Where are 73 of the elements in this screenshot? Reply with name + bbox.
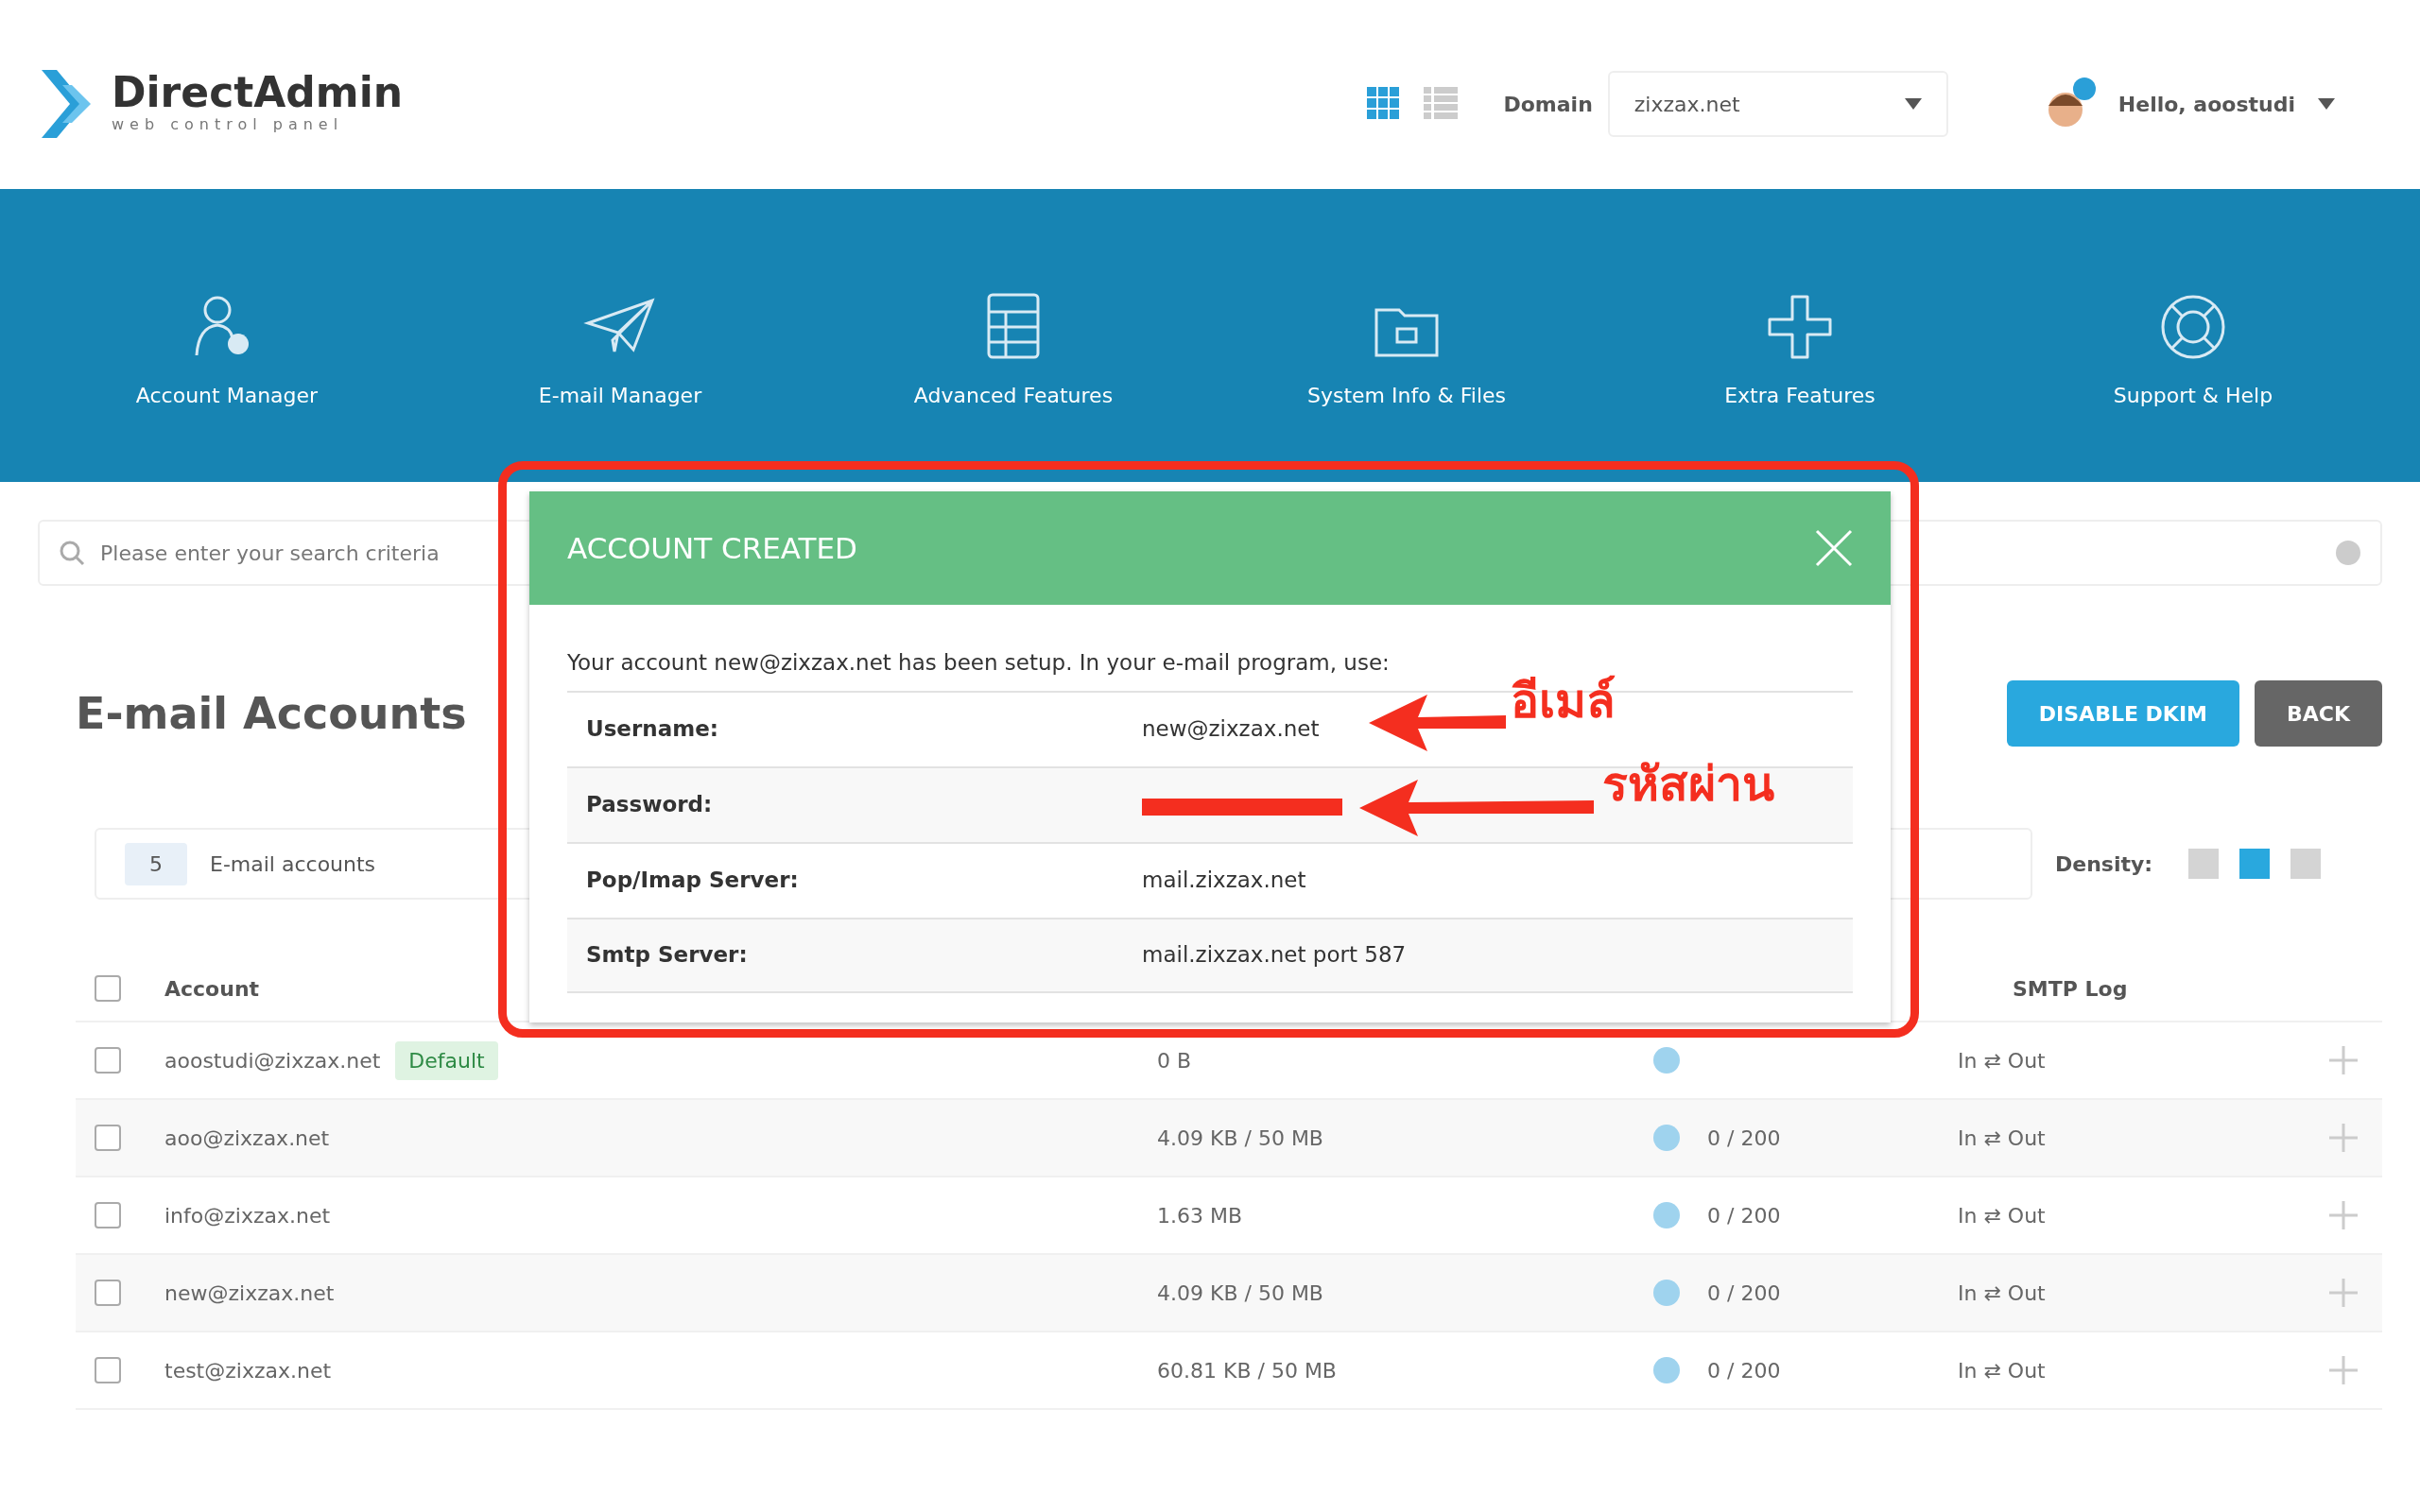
column-header: SMTP Log (2013, 975, 2128, 1003)
nav-link[interactable]: System Info & Files (1306, 379, 1507, 411)
column-header: Account (164, 975, 261, 1003)
close-icon (1815, 529, 1853, 567)
density-icon[interactable] (2239, 849, 2271, 879)
caret-icon (2318, 98, 2335, 110)
field-label: Password: (585, 791, 714, 819)
account-name: info@zixzax.net (164, 1202, 331, 1229)
nav-link[interactable]: Support & Help (2113, 379, 2273, 411)
back-button[interactable]: BACK (2255, 680, 2382, 747)
usage-cell-text: 4.09 KB / 50 MB (1157, 1125, 1324, 1152)
checkbox[interactable] (95, 975, 121, 1002)
nav-link[interactable]: E-mail Manager (538, 379, 702, 411)
field-label: Username: (585, 715, 719, 744)
account-name: test@zixzax.net (164, 1357, 332, 1384)
quota-cell-text: 0 / 200 (1707, 1280, 1782, 1307)
arrow-icon (1359, 780, 1594, 836)
page-title: E-mail Accounts (76, 686, 467, 741)
account-name: aoostudi@zixzax.net (164, 1047, 381, 1074)
account-name: new@zixzax.net (164, 1280, 335, 1307)
checkbox[interactable] (95, 1047, 121, 1074)
checkbox[interactable] (95, 1357, 121, 1383)
usage-cell-text: 4.09 KB / 50 MB (1157, 1280, 1324, 1307)
annotation-label: รหัสผ่าน (1602, 756, 1774, 813)
dialog-title: ACCOUNT CREATED (567, 529, 857, 567)
account-name: aoo@zixzax.net (164, 1125, 330, 1152)
smtp-log-cell-text: In ⇄ Out (1958, 1280, 2047, 1307)
user-greeting[interactable]: Hello, aoostudi (2118, 88, 2295, 120)
search-icon (59, 540, 85, 566)
arrow-icon (1369, 695, 1506, 751)
plus-icon[interactable] (2329, 1356, 2358, 1384)
quota-cell-text: 0 / 200 (1707, 1357, 1782, 1384)
nav-link[interactable]: Advanced Features (913, 379, 1114, 411)
count-label: E-mail accounts (210, 850, 376, 878)
annotation-label: อีเมล์ (1511, 673, 1616, 730)
nav-link[interactable]: Extra Features (1724, 379, 1876, 411)
caret-icon (1904, 98, 1922, 110)
domain-select[interactable]: zixzax.net (1607, 71, 1948, 137)
field-value: mail.zixzax.net (1142, 867, 1306, 895)
plus-icon[interactable] (2329, 1279, 2358, 1307)
usage-cell-text: 0 B (1157, 1047, 1193, 1074)
grid-view-icon[interactable] (1367, 87, 1402, 121)
close-button[interactable] (1815, 529, 1853, 567)
disable-dkim-button[interactable]: DISABLE DKIM (2006, 680, 2239, 747)
default-badge: Default (395, 1040, 498, 1080)
field-label: Smtp Server: (585, 941, 749, 970)
usage-cell-text: 1.63 MB (1157, 1202, 1244, 1229)
list-view-icon[interactable] (1424, 87, 1459, 121)
field-value: new@zixzax.net (1142, 715, 1320, 744)
nav-link[interactable]: Account Manager (135, 379, 319, 411)
smtp-log-cell-text: In ⇄ Out (1958, 1047, 2047, 1074)
logo-text: DirectAdmin (112, 72, 404, 113)
dialog-message: Your account new@zixzax.net has been setup. In your e-mail program, use: (567, 649, 1390, 677)
smtp-log-cell-text: In ⇄ Out (1958, 1357, 2047, 1384)
plus-icon[interactable] (2329, 1046, 2358, 1074)
density-icon[interactable] (2188, 849, 2220, 879)
usage-cell-text: 60.81 KB / 50 MB (1157, 1357, 1338, 1384)
account-count: 5 (125, 842, 187, 885)
domain-label: Domain (1503, 91, 1593, 118)
quota-cell-text: 0 / 200 (1707, 1125, 1782, 1152)
smtp-log-cell-text: In ⇄ Out (1958, 1125, 2047, 1152)
plus-icon[interactable] (2329, 1201, 2358, 1229)
checkbox[interactable] (95, 1125, 121, 1151)
density-label: Density: (2055, 850, 2153, 878)
smtp-log-cell-text: In ⇄ Out (1958, 1202, 2047, 1229)
density-icon[interactable] (2290, 849, 2322, 879)
checkbox[interactable] (95, 1280, 121, 1306)
logo-tagline: web control panel (112, 114, 345, 135)
field-value: mail.zixzax.net port 587 (1142, 941, 1407, 970)
plus-icon[interactable] (2329, 1124, 2358, 1152)
checkbox[interactable] (95, 1202, 121, 1228)
field-label: Pop/Imap Server: (585, 867, 800, 895)
quota-cell-text: 0 / 200 (1707, 1202, 1782, 1229)
